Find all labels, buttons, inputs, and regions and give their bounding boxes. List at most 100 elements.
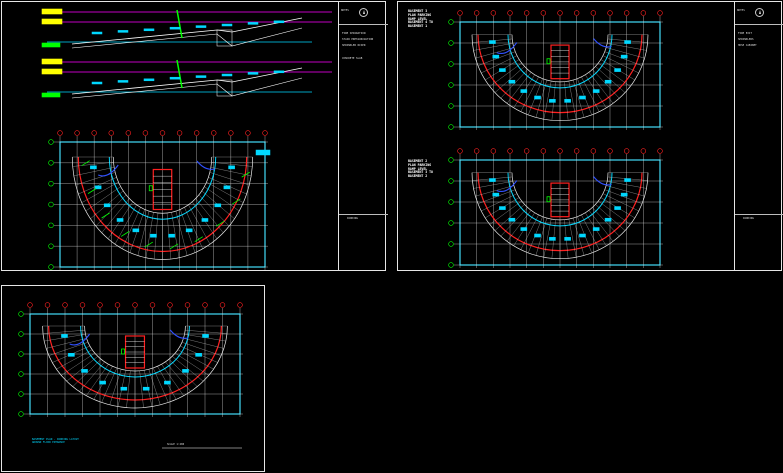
grid-bubble (149, 302, 156, 308)
level-tag (41, 58, 63, 65)
section-wall (216, 29, 233, 47)
grid-bubble (448, 178, 454, 184)
callout-tag (604, 217, 612, 222)
callout-tag (549, 237, 556, 241)
dimension-line (593, 38, 612, 48)
grid-bubble (62, 302, 68, 308)
title-block-note: FIRE SEPARATION (342, 32, 366, 35)
callout-tag (624, 40, 631, 44)
callout-tag (534, 233, 541, 238)
grid-bubble (202, 302, 208, 308)
plan-note-tag (255, 149, 271, 156)
grid-bubble (448, 220, 454, 226)
drawing-sheet-2[interactable]: BASEMENT 3 PLAN PARKING RAMP LEVEL BASEM… (397, 1, 783, 271)
parking-stall-line (204, 186, 240, 212)
grid-bubble (176, 130, 183, 136)
sheet-3-drawing (18, 302, 243, 449)
grid-bubble (640, 148, 647, 154)
grid-bubble (18, 391, 24, 397)
callout-tag (94, 185, 102, 190)
parking-stall-line (477, 51, 516, 66)
grid-bubble (48, 139, 54, 145)
grid-bubble (507, 148, 513, 154)
callout-tag (614, 68, 621, 72)
grid-bubble (448, 82, 454, 88)
grid-bubble (448, 61, 454, 67)
callout-tag (499, 68, 506, 72)
grid-bubble (48, 201, 54, 208)
parking-stall-line (604, 51, 643, 66)
plan-label-upper: BASEMENT 3 PLAN PARKING RAMP LEVEL BASEM… (408, 9, 433, 29)
grid-bubble (18, 311, 24, 317)
grid-bubble (74, 130, 80, 136)
grid-bubble (448, 157, 454, 163)
parking-stall-line (161, 364, 184, 396)
leader-line (101, 212, 110, 219)
drawing-sheet-1[interactable]: NOTES FIRE SEPARATION STAIR PRESSURIZATI… (1, 1, 388, 271)
core-tag (546, 196, 551, 203)
core-tag (121, 348, 125, 355)
title-block-note: HOSE CABINET (738, 44, 757, 47)
section-wall (216, 79, 233, 97)
callout-tag (508, 79, 516, 84)
grid-bubble (448, 19, 454, 25)
section-tag (117, 30, 129, 33)
section-tag (143, 78, 155, 82)
grid-bubble (125, 130, 132, 136)
callout-tag (228, 165, 235, 170)
section-tag (117, 80, 129, 83)
grid-bubble (448, 124, 454, 130)
core-tag (148, 185, 153, 192)
callout-tag (202, 334, 209, 338)
section-tag (273, 70, 285, 74)
level-tag (41, 68, 63, 75)
section-tag (143, 28, 155, 32)
parking-stall-line (56, 349, 93, 370)
grid-bubble (657, 10, 663, 16)
grid-bubble (219, 302, 226, 308)
grid-bubble (490, 10, 497, 16)
grid-bubble (448, 40, 454, 46)
callout-tag (61, 334, 68, 338)
grid-bubble (132, 302, 138, 308)
callout-tag (103, 203, 111, 208)
title-block-2: NOTES FIRE EXIT SPRINKLERS HOSE CABINET … (734, 2, 783, 270)
drawing-sheet-3[interactable]: BASEMENT PLAN - PARKING LAYOUT GROUND FL… (1, 285, 265, 472)
section-tag (91, 81, 103, 85)
title-block-header: NOTES (341, 9, 349, 12)
grid-bubble (557, 148, 563, 154)
section-tag (247, 72, 259, 75)
ramp-profile (71, 77, 303, 99)
callout-tag (564, 237, 571, 241)
grid-bubble (523, 148, 530, 154)
callout-tag (201, 218, 209, 222)
title-block-note: SPRINKLERS (738, 38, 754, 41)
title-block-header: NOTES (737, 9, 745, 12)
grid-bubble (27, 302, 33, 308)
north-arrow-icon (359, 8, 368, 17)
grid-bubble (159, 130, 166, 136)
callout-tag (81, 369, 88, 373)
section-label (41, 42, 61, 48)
grid-bubble (457, 148, 463, 154)
callout-tag (214, 203, 222, 208)
grid-bubble (490, 148, 497, 154)
callout-tag (492, 192, 500, 197)
grid-bubble (540, 148, 547, 154)
callout-tag (499, 206, 506, 210)
grid-bubble (573, 10, 580, 16)
callout-tag (614, 206, 621, 210)
grid-bubble (540, 10, 547, 16)
parking-stall-line (86, 364, 109, 396)
grid-bubble (523, 10, 530, 16)
section-tag (169, 76, 181, 80)
grid-bubble (167, 302, 173, 308)
grid-bubble (623, 148, 630, 154)
grid-bubble (97, 302, 103, 308)
grid-bubble (473, 10, 480, 16)
grid-bubble (57, 130, 63, 136)
grid-bubble (18, 331, 24, 337)
callout-tag (182, 369, 189, 373)
grid-bubble (48, 264, 54, 270)
grid-bubble (18, 351, 24, 357)
